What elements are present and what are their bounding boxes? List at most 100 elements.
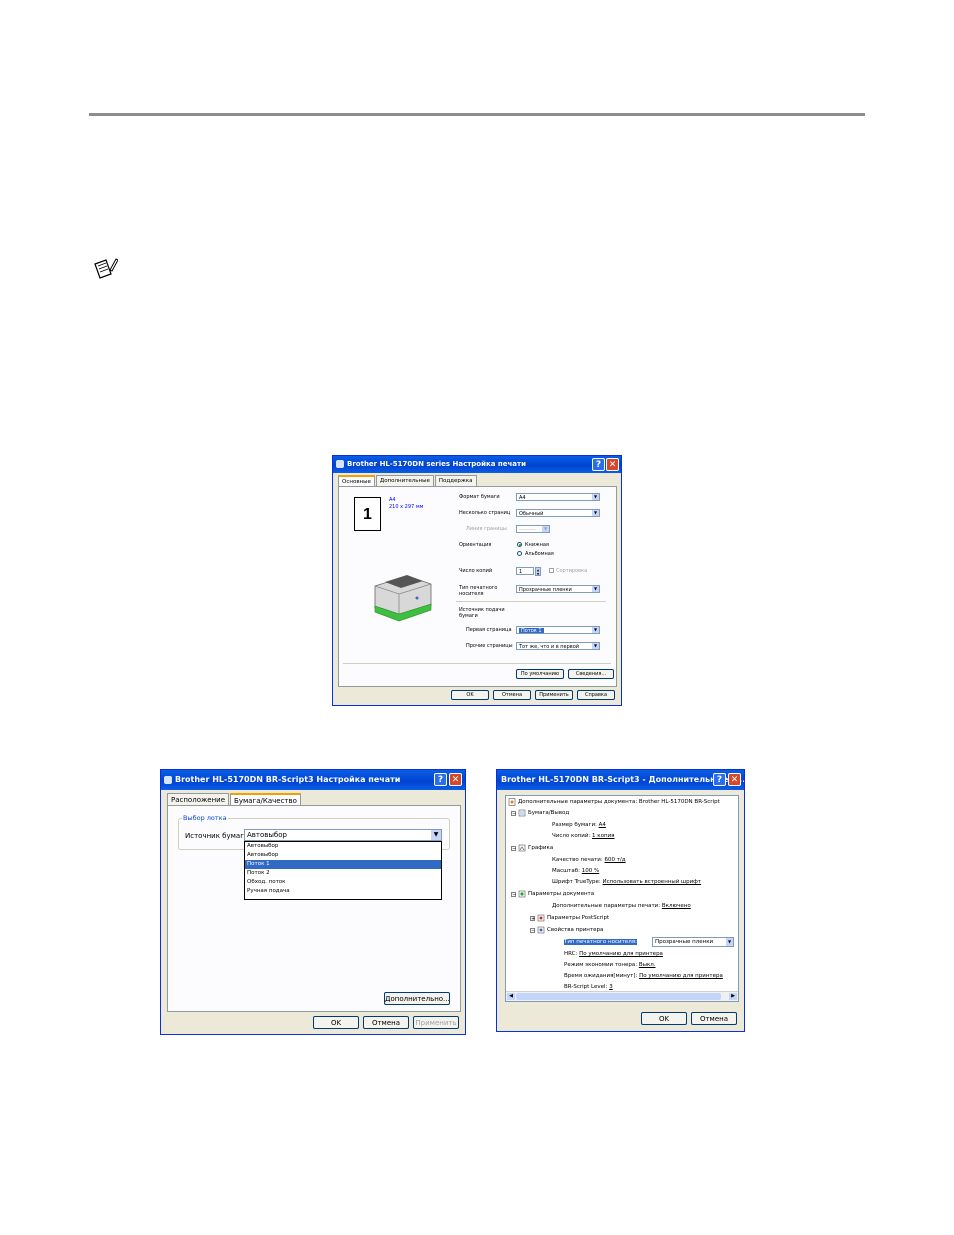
list-item[interactable]: Обход. поток [245, 878, 441, 887]
list-item[interactable]: Автовыбор [245, 842, 441, 851]
tree-print-quality[interactable]: Качество печати: 600 т/д [552, 857, 626, 863]
tree-toner-save[interactable]: Режим экономии тонера: Выкл. [564, 962, 656, 968]
other-pages-value: Тот же, что и в первой [519, 644, 580, 650]
document-options-icon [518, 890, 526, 898]
advanced-button[interactable]: Дополнительно... [384, 992, 450, 1005]
collapse-icon[interactable]: − [511, 811, 516, 817]
media-type-select[interactable]: Прозрачные пленки ▼ [652, 937, 734, 947]
help-button[interactable]: Справка [577, 690, 615, 700]
media-type-label: Тип печатного носителя: [564, 939, 637, 945]
paper-source-label: Источник подачи бумаги [459, 607, 505, 619]
paper-size-label: Размер бумаги: [552, 822, 597, 828]
tree-advanced-printing[interactable]: Дополнительные параметры печати: Включен… [552, 903, 691, 909]
tree-postscript-options[interactable]: Параметры PostScript [547, 915, 609, 921]
paper-size-label: Формат бумаги [459, 494, 500, 500]
truetype-label: Шрифт TrueType: [552, 879, 601, 885]
collapse-icon[interactable]: − [530, 928, 535, 934]
collate-checkbox[interactable] [549, 568, 554, 573]
paper-size-select[interactable]: A4 ▼ [516, 493, 600, 501]
ok-button[interactable]: OK [641, 1012, 687, 1025]
help-icon[interactable]: ? [713, 773, 726, 786]
tree-scaling[interactable]: Масштаб: 100 % [552, 868, 599, 874]
tree-sleep-time[interactable]: Время ожидания[минут]: По умолчанию для … [564, 973, 723, 979]
about-button[interactable]: Сведения... [568, 669, 614, 679]
cancel-button[interactable]: Отмена [493, 690, 531, 700]
paper-source-value: Автовыбор [247, 831, 287, 839]
scroll-right-icon[interactable]: ▶ [729, 993, 737, 1000]
tray-selection-label: Выбор лотка [182, 814, 228, 822]
printer-icon [164, 776, 172, 784]
apply-button[interactable]: Применить [413, 1016, 459, 1029]
advanced-options-window: Brother HL-5170DN BR-Script3 - Дополните… [496, 769, 745, 1032]
chevron-down-icon: ▼ [431, 830, 441, 840]
window-titlebar[interactable]: Brother HL-5170DN BR-Script3 - Дополните… [497, 770, 744, 790]
printing-preferences-window: Brother HL-5170DN series Настройка печат… [332, 455, 622, 706]
apply-button[interactable]: Применить [535, 690, 573, 700]
collapse-icon[interactable]: − [511, 846, 516, 852]
cancel-button[interactable]: Отмена [363, 1016, 409, 1029]
list-item[interactable]: Поток 2 [245, 869, 441, 878]
paper-size-value: A4 [598, 822, 606, 828]
tree-document-options[interactable]: Параметры документа [528, 891, 594, 897]
br-script-level-value: 3 [609, 984, 613, 990]
options-tree[interactable]: Дополнительные параметры документа: Brot… [505, 795, 739, 1002]
paper-size-dims: 210 x 297 мм [389, 504, 424, 510]
tree-graphic[interactable]: Графика [528, 845, 553, 851]
print-quality-value: 600 т/д [604, 857, 626, 863]
printer-illustration [374, 575, 432, 622]
tree-br-script-level[interactable]: BR-Script Level: 3 [564, 984, 613, 990]
copies-input[interactable]: 1 [516, 567, 534, 575]
window-title: Brother HL-5170DN series Настройка печат… [347, 460, 526, 468]
first-page-select[interactable]: Поток 1 ▼ [516, 626, 600, 634]
orientation-label: Ориентация [459, 542, 492, 548]
copies-spinner[interactable]: ▲ ▼ [535, 567, 541, 576]
close-icon[interactable]: ✕ [606, 458, 619, 471]
tab-support[interactable]: Поддержка [434, 475, 477, 486]
tab-panel: Выбор лотка Источник бумаги: Автовыбор ▼ … [167, 805, 461, 1012]
tree-truetype[interactable]: Шрифт TrueType: Использовать встроенный … [552, 879, 701, 885]
window-title: Brother HL-5170DN BR-Script3 Настройка п… [175, 775, 401, 784]
tree-copy-count[interactable]: Число копий: 1 копия [552, 833, 614, 839]
scroll-thumb[interactable] [516, 993, 721, 1000]
tree-media-type[interactable]: Тип печатного носителя: [564, 939, 637, 945]
tree-root[interactable]: Дополнительные параметры документа: Brot… [518, 799, 720, 805]
ok-button[interactable]: OK [451, 690, 489, 700]
other-pages-select[interactable]: Тот же, что и в первой ▼ [516, 642, 600, 650]
page-border-label: Линия границы [466, 526, 507, 532]
window-titlebar[interactable]: Brother HL-5170DN series Настройка печат… [333, 456, 621, 473]
default-button[interactable]: По умолчанию [516, 669, 564, 679]
horizontal-scrollbar[interactable]: ◀ ▶ [506, 991, 738, 1001]
ok-button[interactable]: OK [313, 1016, 359, 1029]
list-item[interactable]: Ручная подача [245, 887, 441, 896]
media-type-select[interactable]: Прозрачные пленки ▼ [516, 585, 600, 593]
landscape-radio[interactable] [517, 551, 522, 556]
separator [343, 663, 611, 664]
tree-hrc[interactable]: HRC: По умолчанию для принтера [564, 951, 663, 957]
tree-printer-features[interactable]: Свойства принтера [547, 927, 603, 933]
tab-advanced[interactable]: Дополнительные [375, 475, 434, 486]
help-icon[interactable]: ? [592, 458, 605, 471]
chevron-down-icon: ▼ [592, 627, 599, 633]
list-item[interactable]: Автовыбор [245, 851, 441, 860]
portrait-radio[interactable] [517, 542, 522, 547]
cancel-button[interactable]: Отмена [691, 1012, 737, 1025]
postscript-icon [537, 914, 545, 922]
paper-source-select[interactable]: Автовыбор ▼ [244, 829, 442, 841]
collapse-icon[interactable]: − [511, 892, 516, 898]
hrc-value: По умолчанию для принтера [579, 951, 663, 957]
page-border-select[interactable]: --------- ▼ [516, 525, 550, 533]
list-item[interactable]: Поток 1 [245, 860, 441, 869]
paper-output-icon [518, 809, 526, 817]
close-icon[interactable]: ✕ [449, 773, 462, 786]
scroll-left-icon[interactable]: ◀ [507, 993, 515, 1000]
multiple-page-select[interactable]: Обычный ▼ [516, 509, 600, 517]
window-titlebar[interactable]: Brother HL-5170DN BR-Script3 Настройка п… [161, 770, 465, 790]
chevron-down-icon: ▼ [592, 643, 599, 649]
expand-icon[interactable]: + [530, 916, 535, 922]
collate-label: Сортировка [556, 568, 588, 574]
close-icon[interactable]: ✕ [728, 773, 741, 786]
tree-paper-size[interactable]: Размер бумаги: A4 [552, 822, 606, 828]
help-icon[interactable]: ? [434, 773, 447, 786]
document-icon [508, 798, 516, 806]
tree-paper-output[interactable]: Бумага/Вывод [528, 810, 569, 816]
